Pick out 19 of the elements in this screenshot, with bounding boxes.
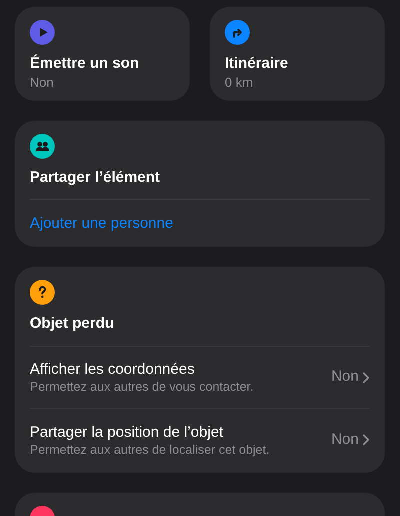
action-tile[interactable]: Itinéraire 0 km (210, 7, 385, 101)
row-title: Partager la position de l’objet (30, 422, 224, 442)
card-title: Partager l’élément (30, 168, 370, 200)
settings-row[interactable]: Partager la position de l’objet Permettez aux autres de localiser cet objet. Non (30, 409, 370, 471)
tile-subtitle: 0 km (225, 74, 254, 91)
chevron-right-icon (362, 434, 370, 446)
action-tile[interactable]: Émettre un son Non (15, 7, 190, 101)
tile-title: Itinéraire (225, 54, 290, 74)
settings-row[interactable]: Afficher les coordonnées Permettez aux autres de vous contacter. Non (30, 347, 370, 409)
chevron-right-icon (362, 372, 370, 384)
row-subtitle: Permettez aux autres de localiser cet objet. (30, 442, 271, 458)
tile-title: Émettre un son (30, 54, 140, 74)
row-value: Non (331, 430, 359, 450)
row-value: Non (331, 367, 359, 388)
row-title: Afficher les coordonnées (30, 360, 196, 379)
tile-subtitle: Non (30, 74, 55, 91)
card-title: Objet perdu (30, 314, 370, 347)
add-person-link[interactable]: Ajouter une personne (30, 214, 174, 234)
row-subtitle: Permettez aux autres de vous contacter. (30, 379, 255, 395)
